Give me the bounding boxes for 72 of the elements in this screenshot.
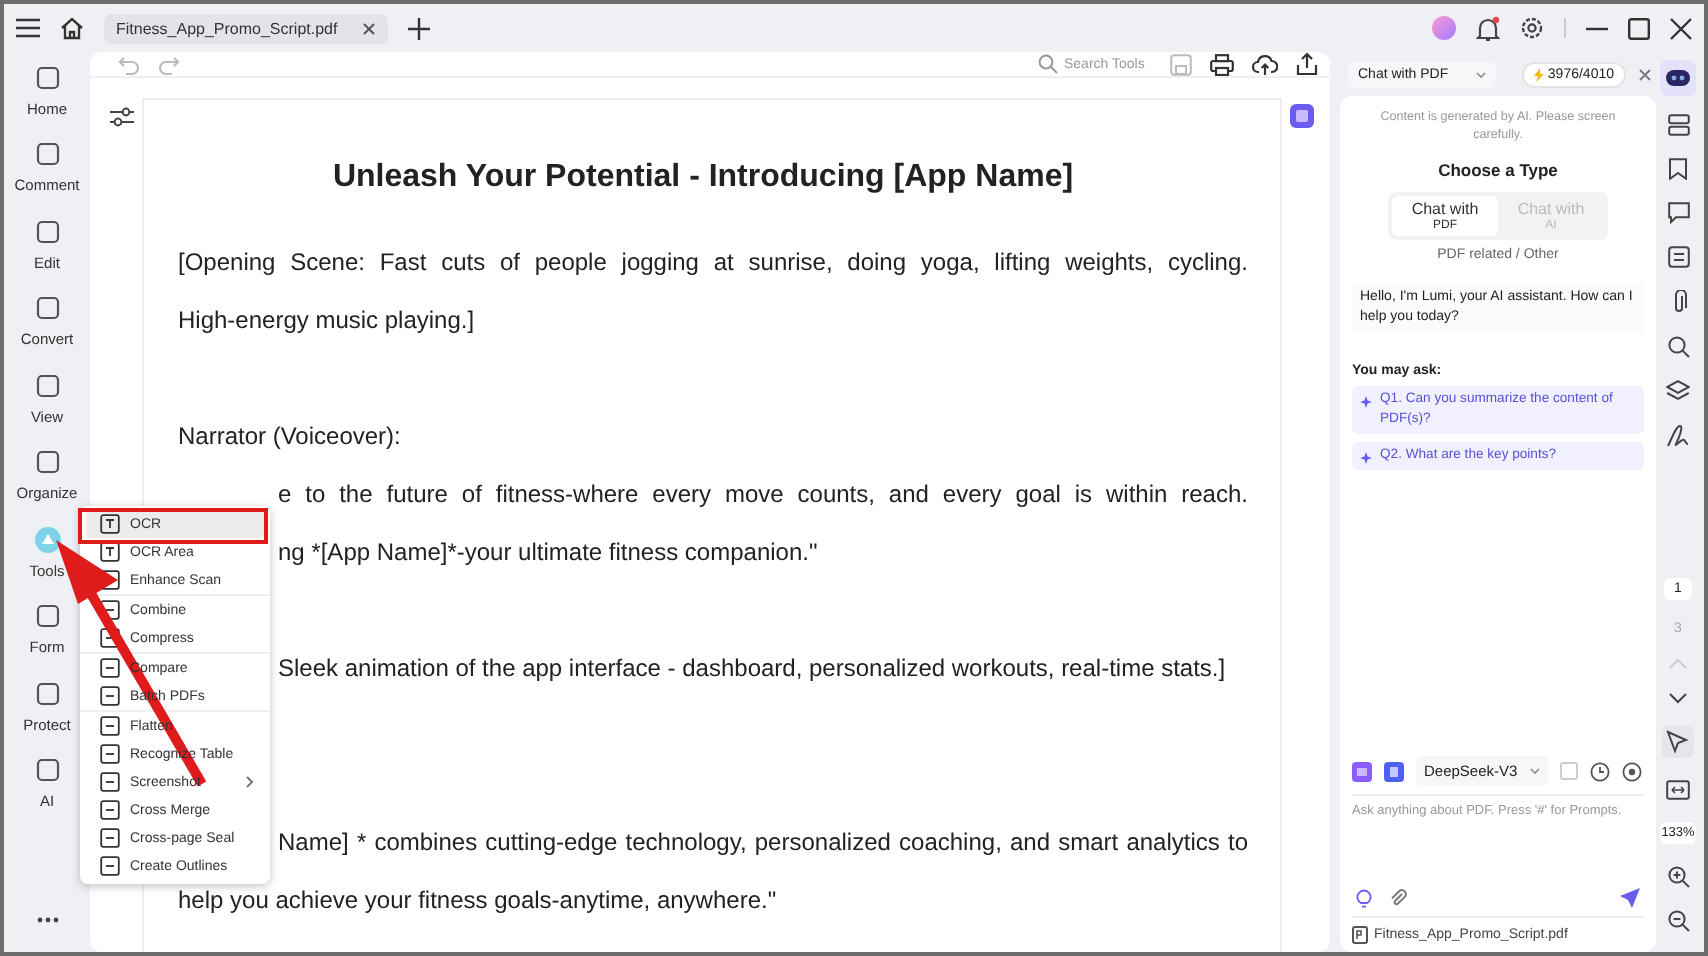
pdf-file-icon bbox=[1352, 926, 1368, 944]
tool-icon bbox=[100, 744, 120, 764]
tool-icon bbox=[100, 856, 120, 876]
tool-icon bbox=[100, 800, 120, 820]
close-icon[interactable] bbox=[361, 21, 376, 35]
document-tab[interactable]: Fitness_App_Promo_Script.pdf bbox=[104, 13, 388, 43]
plus-icon[interactable] bbox=[407, 17, 430, 39]
document-text-line: e to the future of fitness-where every move counts, and every goal is within reach. bbox=[278, 477, 1248, 511]
paperclip-icon[interactable] bbox=[1669, 290, 1687, 314]
lightning-icon bbox=[1533, 67, 1544, 81]
caret-icon bbox=[1476, 71, 1487, 77]
tool-icon bbox=[100, 828, 120, 848]
sliders-icon[interactable] bbox=[110, 106, 134, 128]
cloud-upload-icon[interactable] bbox=[1252, 53, 1278, 75]
document-text-line: ng *[App Name]*-your ultimate fitness companion." bbox=[278, 535, 820, 569]
chevron-down-icon[interactable] bbox=[1668, 692, 1688, 704]
tool-icon bbox=[100, 716, 120, 736]
tool-icon bbox=[100, 658, 120, 678]
nav-icon bbox=[33, 294, 61, 323]
search-icon[interactable] bbox=[1667, 336, 1689, 358]
document-text-line: Name] * combines cutting-edge technology, personalized coaching, and smart analytics to bbox=[278, 825, 1248, 859]
zoom-out-icon[interactable] bbox=[1667, 910, 1689, 932]
nav-icon bbox=[33, 602, 61, 631]
caret-icon bbox=[1529, 768, 1540, 774]
share-icon[interactable] bbox=[1296, 52, 1318, 76]
record-icon[interactable] bbox=[1621, 761, 1642, 781]
app-icon[interactable] bbox=[1290, 104, 1314, 128]
section-heading: Choose a Type bbox=[1436, 160, 1560, 180]
more-icon[interactable] bbox=[35, 916, 59, 924]
sparkle-icon bbox=[1360, 396, 1372, 408]
sparkle-icon bbox=[1360, 452, 1372, 464]
document-text-line: help you achieve your fitness goals-anytime, anywhere." bbox=[178, 883, 779, 917]
tool-icon bbox=[100, 600, 120, 620]
tool-icon bbox=[100, 772, 120, 792]
tab-title: Fitness_App_Promo_Script.pdf bbox=[116, 19, 338, 37]
nav-icon bbox=[33, 63, 61, 92]
tool-icon bbox=[100, 686, 120, 706]
cursor-icon[interactable] bbox=[1662, 726, 1694, 758]
nav-icon bbox=[33, 448, 61, 477]
paperclip-icon[interactable] bbox=[1388, 888, 1408, 908]
maximize-icon[interactable] bbox=[1628, 17, 1650, 39]
document-text-line: Narrator (Voiceover): bbox=[178, 419, 403, 453]
fit-width-icon[interactable] bbox=[1666, 780, 1690, 800]
tool-icon bbox=[100, 542, 120, 562]
search-icon bbox=[1038, 54, 1058, 74]
nav-icon bbox=[33, 217, 61, 246]
document-text-line: [Opening Scene: Fast cuts of people jogging at sunrise, doing yoga, lifting weights, cycling. bbox=[178, 245, 1248, 279]
settings-icon[interactable] bbox=[1520, 16, 1544, 40]
tool-icon bbox=[100, 628, 120, 648]
document-text-line: Sleek animation of the app interface - dashboard, personalized workouts, real-time stats.] bbox=[278, 651, 1228, 685]
home-icon[interactable] bbox=[60, 16, 84, 40]
ai-bot-icon[interactable] bbox=[1660, 60, 1696, 96]
nav-icon bbox=[33, 679, 61, 708]
close-icon[interactable] bbox=[1670, 17, 1692, 39]
comment-icon[interactable] bbox=[1667, 202, 1689, 224]
bookmark-icon[interactable] bbox=[1668, 158, 1688, 180]
document-text-line: High-energy music playing.] bbox=[178, 303, 477, 337]
layers-icon[interactable] bbox=[1666, 380, 1690, 402]
zoom-in-icon[interactable] bbox=[1667, 866, 1689, 888]
nav-icon bbox=[33, 371, 61, 400]
menu-icon[interactable] bbox=[16, 18, 40, 38]
form-icon[interactable] bbox=[1667, 246, 1689, 268]
clock-icon[interactable] bbox=[1589, 761, 1610, 781]
document-title: Unleash Your Potential - Introducing [App Name] bbox=[330, 158, 1076, 198]
bell-icon[interactable] bbox=[1476, 15, 1500, 41]
tool-icon bbox=[100, 514, 120, 534]
panels-icon[interactable] bbox=[1667, 114, 1689, 136]
print-icon[interactable] bbox=[1210, 53, 1234, 75]
lightbulb-icon[interactable] bbox=[1356, 888, 1372, 908]
nav-icon bbox=[33, 756, 61, 785]
signature-icon[interactable] bbox=[1666, 424, 1690, 448]
nav-icon bbox=[33, 140, 61, 169]
